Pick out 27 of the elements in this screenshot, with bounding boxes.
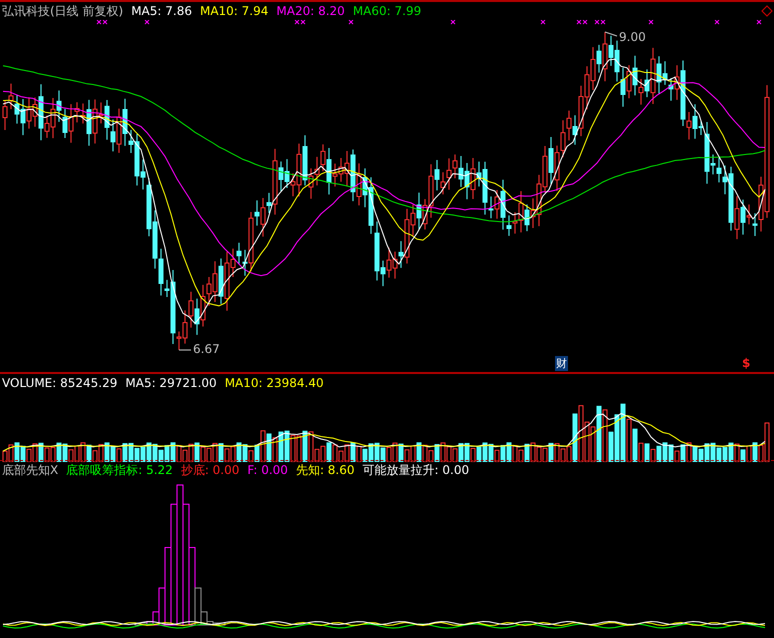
- legend-value: 可能放量拉升: 0.00: [362, 462, 470, 478]
- legend-value: 抄底: 0.00: [180, 462, 240, 478]
- signal-cross-icon: [144, 20, 150, 24]
- event-mark[interactable]: $: [742, 356, 750, 370]
- signal-cross-icon: [756, 20, 762, 24]
- signal-cross-icon: [540, 20, 546, 24]
- legend-value: MA60: 7.99: [352, 4, 422, 18]
- legend-value: F: 0.00: [247, 463, 288, 477]
- high-price-label: 9.00: [619, 30, 646, 44]
- legend-value: 底部吸筹指标: 5.22: [66, 462, 173, 478]
- legend-value: MA5: 7.86: [131, 4, 192, 18]
- low-price-label: 6.67: [193, 342, 220, 356]
- legend-value: MA5: 29721.00: [125, 376, 217, 390]
- legend-value: MA10: 7.94: [200, 4, 268, 18]
- signal-cross-icon: [648, 20, 654, 24]
- signal-cross-icon: [450, 20, 456, 24]
- news-badge[interactable]: 财: [555, 356, 568, 371]
- legend-value: MA20: 8.20: [276, 4, 345, 18]
- stock-title: 弘讯科技(日线 前复权): [2, 2, 124, 20]
- legend-value: 先知: 8.60: [296, 462, 355, 478]
- indicator-title: 底部先知X: [2, 462, 58, 478]
- leader-line: [604, 32, 618, 36]
- diamond-icon: [761, 5, 773, 17]
- signal-cross-icon: [348, 20, 354, 24]
- legend-value: VOLUME: 85245.29: [2, 376, 118, 390]
- signal-cross-icon: [714, 20, 720, 24]
- legend-value: MA10: 23984.40: [224, 376, 324, 390]
